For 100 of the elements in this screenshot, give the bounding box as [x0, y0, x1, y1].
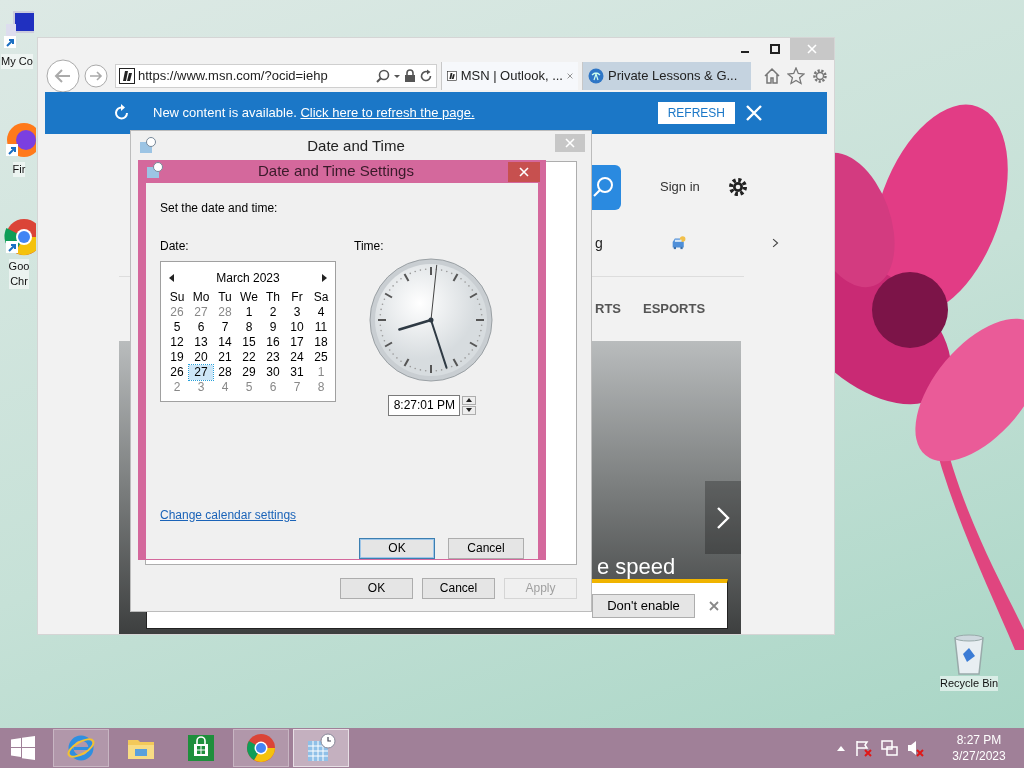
- browser-tab[interactable]: MSN | Outlook, ...: [441, 62, 578, 90]
- refresh-icon[interactable]: [113, 104, 131, 122]
- calendar-day[interactable]: 13: [189, 334, 213, 350]
- address-bar[interactable]: https://www.msn.com/?ocid=iehp: [115, 64, 437, 88]
- spin-up-button[interactable]: [462, 395, 476, 405]
- sign-in-link[interactable]: Sign in: [660, 177, 700, 197]
- close-icon[interactable]: [567, 71, 573, 81]
- dont-enable-button[interactable]: Don't enable: [592, 593, 695, 618]
- calendar-day[interactable]: 31: [285, 364, 309, 380]
- network-icon[interactable]: [880, 739, 898, 757]
- calendar-day[interactable]: 28: [213, 304, 237, 320]
- start-button[interactable]: [11, 736, 35, 760]
- dialog-button[interactable]: OK: [340, 577, 413, 599]
- previous-month-icon[interactable]: [168, 272, 176, 283]
- calendar-day[interactable]: 19: [165, 349, 189, 365]
- calendar-day[interactable]: 28: [213, 364, 237, 380]
- calendar-day[interactable]: 7: [285, 379, 309, 395]
- month-title[interactable]: March 2023: [216, 268, 280, 287]
- calendar-clock-icon: [146, 162, 164, 181]
- calendar-day[interactable]: 14: [213, 334, 237, 350]
- calendar-day[interactable]: 27: [189, 304, 213, 320]
- category-label[interactable]: g: [595, 232, 603, 254]
- weekday-label: Tu: [217, 289, 233, 305]
- close-button[interactable]: [745, 104, 763, 122]
- maximize-icon[interactable]: [770, 44, 780, 54]
- calendar-day[interactable]: 2: [165, 379, 189, 395]
- calendar-day[interactable]: 10: [285, 319, 309, 335]
- desktop-icon-label[interactable]: Fir: [12, 162, 26, 177]
- home-icon[interactable]: [763, 67, 781, 85]
- flag-icon[interactable]: [854, 739, 872, 757]
- weekday-label: We: [239, 289, 259, 305]
- calendar-day[interactable]: 1: [309, 364, 333, 380]
- calendar-day[interactable]: 8: [237, 319, 261, 335]
- dialog-button[interactable]: Cancel: [422, 577, 495, 599]
- calendar-day[interactable]: 30: [261, 364, 285, 380]
- dialog-title: Date and Time: [306, 135, 406, 156]
- calendar-day[interactable]: 18: [309, 334, 333, 350]
- calendar-day[interactable]: 6: [189, 319, 213, 335]
- calendar-settings-link[interactable]: Change calendar settings: [160, 505, 524, 524]
- search-icon: [591, 176, 614, 198]
- calendar-day[interactable]: 1: [237, 304, 261, 320]
- calendar-day[interactable]: 3: [285, 304, 309, 320]
- muted-speaker-icon[interactable]: [906, 739, 924, 757]
- calendar-day[interactable]: 17: [285, 334, 309, 350]
- settings-icon[interactable]: [726, 176, 749, 198]
- calendar-day[interactable]: 21: [213, 349, 237, 365]
- category-tab[interactable]: RTS: [595, 299, 621, 319]
- calendar-day[interactable]: 4: [213, 379, 237, 395]
- calendar[interactable]: March 2023 Su Mo Tu We Th Fr Sa 26 27 28 1 2 3 4 5 6 7 8 9 10 11 12 13 14 15 16 17 18 19 20 21 22 23 24 25 26 27 28 29 30 31 1 2 3 4 5 6 7 8: [160, 260, 336, 402]
- calendar-day[interactable]: 9: [261, 319, 285, 335]
- close-icon[interactable]: [709, 600, 719, 611]
- calendar-day[interactable]: 24: [285, 349, 309, 365]
- dialog-title: Date and Time Settings: [257, 161, 415, 181]
- close-button[interactable]: [508, 162, 540, 182]
- calendar-day[interactable]: 6: [261, 379, 285, 395]
- dialog-button[interactable]: OK: [359, 537, 435, 559]
- calendar-day[interactable]: 2: [261, 304, 285, 320]
- headline-text[interactable]: e speed: [597, 554, 676, 580]
- back-icon[interactable]: [46, 59, 80, 93]
- calendar-day[interactable]: 12: [165, 334, 189, 350]
- forward-icon[interactable]: [84, 64, 108, 88]
- up-arrow-icon[interactable]: [836, 744, 846, 752]
- dialog-button[interactable]: Cancel: [448, 537, 524, 559]
- calendar-day[interactable]: 23: [261, 349, 285, 365]
- time-field[interactable]: 8:27:01 PM: [388, 394, 460, 416]
- calendar-day[interactable]: 7: [213, 319, 237, 335]
- spin-down-button[interactable]: [462, 405, 476, 415]
- calendar-day[interactable]: 5: [165, 319, 189, 335]
- calendar-day[interactable]: 20: [189, 349, 213, 365]
- calendar-day[interactable]: 3: [189, 379, 213, 395]
- calendar-day[interactable]: 25: [309, 349, 333, 365]
- lock-icon: [404, 69, 416, 83]
- desktop-icon-label[interactable]: Recycle Bin: [940, 676, 999, 691]
- desktop-icon-label[interactable]: My Co: [1, 54, 33, 69]
- next-month-icon[interactable]: [320, 272, 328, 283]
- calendar-day[interactable]: 26: [165, 304, 189, 320]
- calendar-day[interactable]: 11: [309, 319, 333, 335]
- down-arrow-icon: [466, 408, 472, 412]
- next-button[interactable]: [705, 481, 741, 554]
- calendar-day[interactable]: 26: [165, 364, 189, 380]
- close-icon: [565, 138, 575, 148]
- browser-tab[interactable]: Private Lessons & G...: [582, 62, 751, 90]
- refresh-button[interactable]: REFRESH: [657, 102, 735, 124]
- calendar-day[interactable]: 8: [309, 379, 333, 395]
- taskbar-button[interactable]: [293, 729, 349, 767]
- calendar-day[interactable]: 5: [237, 379, 261, 395]
- calendar-day[interactable]: 15: [237, 334, 261, 350]
- calendar-day[interactable]: 4: [309, 304, 333, 320]
- calendar-day[interactable]: 22: [237, 349, 261, 365]
- taskbar-button[interactable]: [233, 729, 289, 767]
- calendar-day[interactable]: 16: [261, 334, 285, 350]
- calendar-day[interactable]: 27: [189, 364, 213, 380]
- refresh-icon[interactable]: [419, 69, 433, 83]
- desktop-icon-label[interactable]: Goo Chr: [8, 259, 30, 289]
- refresh-link[interactable]: Click here to refresh the page.: [300, 105, 475, 121]
- star-icon[interactable]: [787, 67, 805, 85]
- close-icon: [745, 104, 763, 122]
- category-tab[interactable]: ESPORTS: [643, 299, 706, 319]
- search-icon[interactable]: [376, 69, 390, 83]
- calendar-day[interactable]: 29: [237, 364, 261, 380]
